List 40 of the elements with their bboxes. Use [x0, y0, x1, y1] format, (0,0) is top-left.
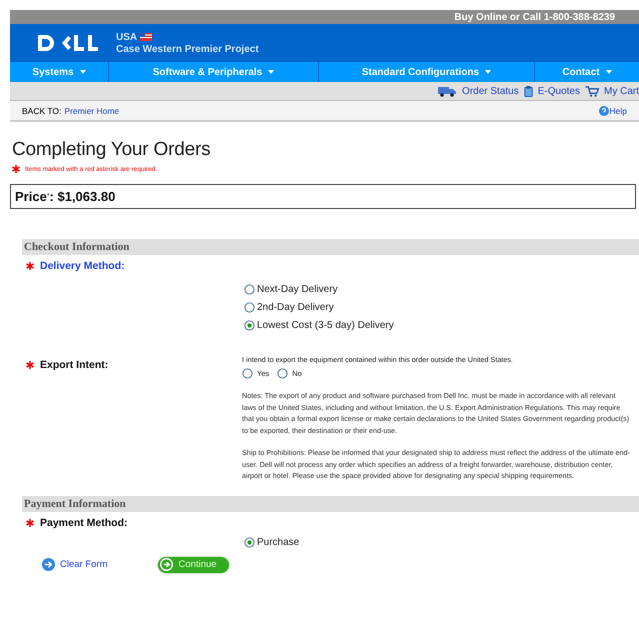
nav-menu[interactable]: Systems — [10, 62, 108, 82]
caret-icon — [268, 70, 274, 74]
radio-button[interactable] — [244, 284, 255, 295]
radio-selected[interactable] — [244, 536, 255, 548]
option-label: 2nd-Day Delivery — [257, 302, 334, 313]
option-label: Next-Day Delivery — [257, 284, 338, 295]
cart-icon — [585, 86, 599, 96]
option-label: Lowest Cost (3-5 day) Delivery — [257, 320, 394, 331]
toolbar-link[interactable]: Order Status — [462, 86, 519, 96]
field-label: Delivery Method: — [40, 260, 125, 272]
field-label: Payment Method: — [40, 516, 128, 528]
caret-icon — [606, 70, 612, 74]
clipboard-icon — [524, 86, 533, 96]
section-header: Payment Information — [22, 496, 639, 512]
country-label: USA — [116, 32, 138, 42]
arrow-icon — [42, 558, 55, 571]
back-label: BACK TO: — [22, 106, 62, 116]
clear-form-button[interactable]: Clear Form — [42, 558, 108, 571]
help-link[interactable]: Help — [610, 106, 627, 116]
caret-icon — [485, 70, 492, 74]
asterisk-icon — [12, 165, 20, 173]
arrow-icon — [160, 558, 173, 571]
radio-button[interactable] — [242, 368, 253, 379]
field-label: Export Intent: — [40, 359, 108, 371]
toolbar-link[interactable]: E-Quotes — [538, 86, 580, 96]
project-name: Case Western Premier Project — [116, 44, 259, 54]
phone-label: Buy Online or Call 1-800-388-8239 — [454, 12, 615, 22]
price-display: Price$^{*}$: $1,063.80 — [10, 184, 636, 209]
radio-button[interactable] — [244, 302, 255, 313]
option-label: Purchase — [257, 536, 300, 548]
home-link[interactable]: Premier Home — [64, 106, 120, 116]
help-icon — [598, 106, 609, 116]
radio-button[interactable] — [277, 368, 288, 379]
truck-icon — [437, 86, 458, 96]
flag-icon — [140, 33, 152, 41]
toolbar-link[interactable]: My Cart — [604, 86, 639, 96]
page-title: Completing Your Orders — [12, 139, 212, 161]
radio-selected[interactable] — [244, 320, 255, 331]
section-header: Checkout Information — [22, 239, 639, 255]
caret-icon — [80, 70, 86, 74]
